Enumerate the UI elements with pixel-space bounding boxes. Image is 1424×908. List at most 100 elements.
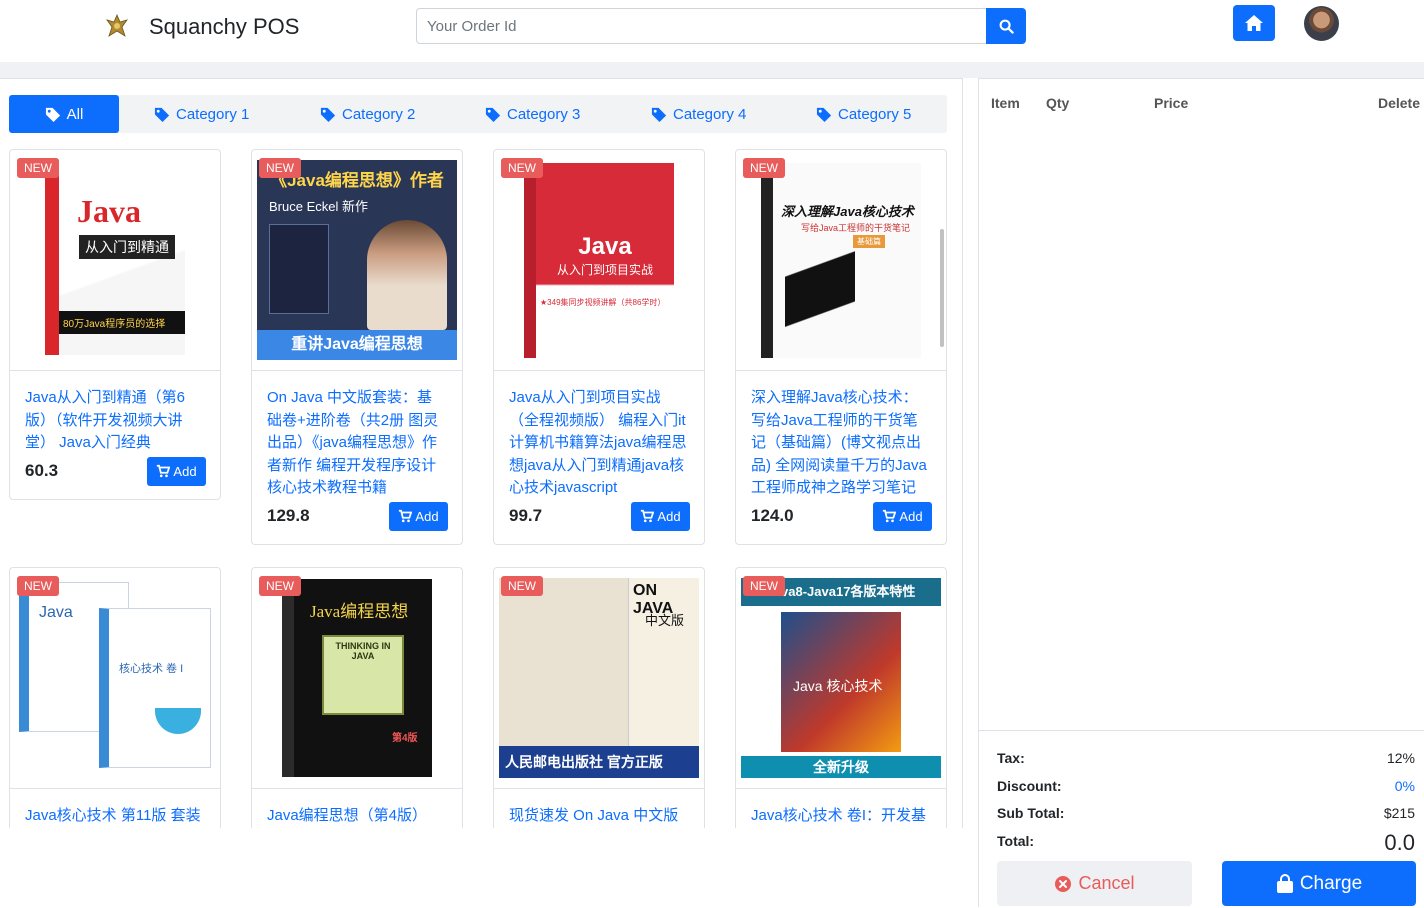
- product-card[interactable]: NEW 《Java编程思想》作者 Bruce Eckel 新作 重讲Java编程…: [251, 149, 463, 545]
- tab-label: All: [66, 105, 84, 123]
- tags-icon: [485, 107, 501, 122]
- product-card[interactable]: NEW Java8-Java17各版本特性 Java 核心技术 全新升级 Jav…: [735, 567, 947, 828]
- cover-subtitle: THINKING IN JAVA: [322, 635, 404, 715]
- tags-icon: [154, 107, 170, 122]
- tax-label: Tax:: [997, 750, 1025, 766]
- new-badge: NEW: [743, 158, 785, 178]
- tab-category-1[interactable]: Category 1: [154, 95, 249, 133]
- charge-button[interactable]: Charge: [1222, 861, 1416, 906]
- total-label: Total:: [997, 833, 1035, 849]
- tab-label: Category 5: [838, 105, 912, 123]
- product-image[interactable]: NEW Java8-Java17各版本特性 Java 核心技术 全新升级: [736, 568, 946, 789]
- cover-title: Java编程思想: [310, 602, 409, 621]
- cover-subtitle: 从入门到项目实战: [556, 262, 653, 277]
- tab-label: Category 2: [342, 105, 416, 123]
- top-navbar: Squanchy POS: [0, 0, 1424, 62]
- shopping-bag-icon: [1276, 873, 1293, 893]
- order-id-search-input[interactable]: [416, 8, 987, 44]
- home-button[interactable]: [1233, 5, 1275, 41]
- add-to-cart-button[interactable]: Add: [389, 501, 448, 531]
- add-label: Add: [657, 508, 681, 524]
- cart-icon: [399, 509, 413, 523]
- cancel-button[interactable]: Cancel: [997, 861, 1192, 906]
- search-button[interactable]: [986, 8, 1026, 44]
- cart-icon: [641, 509, 655, 523]
- cart-column-qty: Qty: [1046, 95, 1070, 111]
- product-card[interactable]: NEW Java 核心技术 卷 I Java核心技术 第11版 套装: [9, 567, 221, 828]
- discount-value[interactable]: 0%: [1395, 778, 1415, 794]
- tab-category-4[interactable]: Category 4: [651, 95, 746, 133]
- cover-tagline: 重讲Java编程思想: [257, 330, 457, 360]
- tags-icon: [816, 107, 832, 122]
- product-price: 129.8: [267, 505, 310, 525]
- cover-title: 深入理解Java核心技术: [781, 203, 914, 219]
- product-image[interactable]: NEW Java 核心技术 卷 I: [10, 568, 220, 789]
- book-cover: Java编程思想 THINKING IN JAVA 第4版: [282, 579, 432, 777]
- cover-tagline: 基础篇: [853, 234, 885, 248]
- product-card[interactable]: NEW 深入理解Java核心技术 写给Java工程师的干货笔记 基础篇 深入理解…: [735, 149, 947, 545]
- user-avatar[interactable]: [1304, 6, 1339, 41]
- cart-icon: [157, 464, 171, 478]
- product-title[interactable]: Java从入门到精通（第6版）（软件开发视频大讲堂） Java入门经典: [25, 387, 205, 455]
- tab-label: Category 3: [507, 105, 581, 123]
- product-image[interactable]: NEW 深入理解Java核心技术 写给Java工程师的干货笔记 基础篇: [736, 150, 946, 371]
- product-image[interactable]: NEW Java编程思想 THINKING IN JAVA 第4版: [252, 568, 462, 789]
- product-title[interactable]: Java编程思想（第4版）: [267, 805, 447, 828]
- product-image[interactable]: NEW 《Java编程思想》作者 Bruce Eckel 新作 重讲Java编程…: [252, 150, 462, 371]
- crest-logo-icon[interactable]: [106, 14, 128, 38]
- product-card[interactable]: NEW Java 从入门到精通 80万Java程序员的选择 Java从入门到精通…: [9, 149, 221, 500]
- product-title[interactable]: 现货速发 On Java 中文版: [509, 805, 689, 828]
- cart-icon: [883, 509, 897, 523]
- tab-category-3[interactable]: Category 3: [485, 95, 580, 133]
- new-badge: NEW: [743, 576, 785, 596]
- product-title[interactable]: On Java 中文版套装：基础卷+进阶卷（共2册 图灵出品）《java编程思想…: [267, 387, 447, 500]
- product-panel: All Category 1 Category 2 Category 3 Cat…: [0, 78, 963, 828]
- app-title: Squanchy POS: [149, 14, 300, 39]
- product-image[interactable]: NEW Java 从入门到精通 80万Java程序员的选择: [10, 150, 220, 371]
- tab-all[interactable]: All: [9, 95, 119, 133]
- product-card[interactable]: NEW Java 从入门到项目实战 ★349集同步视频讲解（共86学时） Jav…: [493, 149, 705, 545]
- cart-column-delete: Delete: [1377, 95, 1420, 111]
- product-card[interactable]: NEW Java编程思想 THINKING IN JAVA 第4版 Java编程…: [251, 567, 463, 828]
- book-cover: ON JAVA 中文版 人民邮电出版社 官方正版: [499, 578, 699, 778]
- home-icon: [1245, 15, 1263, 31]
- add-to-cart-button[interactable]: Add: [631, 501, 690, 531]
- subtotal-label: Sub Total:: [997, 805, 1065, 821]
- cart-column-item: Item: [991, 95, 1020, 111]
- product-image[interactable]: NEW ON JAVA 中文版 人民邮电出版社 官方正版: [494, 568, 704, 789]
- tab-category-5[interactable]: Category 5: [816, 95, 911, 133]
- add-to-cart-button[interactable]: Add: [873, 501, 932, 531]
- new-badge: NEW: [501, 576, 543, 596]
- product-image[interactable]: NEW Java 从入门到项目实战 ★349集同步视频讲解（共86学时）: [494, 150, 704, 371]
- discount-label: Discount:: [997, 778, 1062, 794]
- tags-icon: [651, 107, 667, 122]
- subtotal-value: $215: [1383, 805, 1415, 821]
- new-badge: NEW: [17, 158, 59, 178]
- new-badge: NEW: [501, 158, 543, 178]
- product-price: 60.3: [25, 460, 59, 480]
- product-list-scrollbar[interactable]: [940, 229, 944, 347]
- product-title[interactable]: 深入理解Java核心技术：写给Java工程师的干货笔记（基础篇）(博文视点出品)…: [751, 387, 931, 500]
- tags-icon: [320, 107, 336, 122]
- search-icon: [999, 19, 1014, 34]
- cover-tagline: ★349集同步视频讲解（共86学时）: [540, 297, 666, 307]
- product-title[interactable]: Java从入门到项目实战（全程视频版） 编程入门it计算机书籍算法java编程思…: [509, 387, 689, 500]
- cover-subtitle: 从入门到精通: [79, 235, 175, 259]
- tab-category-2[interactable]: Category 2: [320, 95, 415, 133]
- add-label: Add: [899, 508, 923, 524]
- product-card[interactable]: NEW ON JAVA 中文版 人民邮电出版社 官方正版 现货速发 On Jav…: [493, 567, 705, 828]
- cover-title: Java: [39, 604, 73, 621]
- new-badge: NEW: [259, 576, 301, 596]
- tab-label: Category 4: [673, 105, 747, 123]
- author-photo: [367, 220, 447, 330]
- product-title[interactable]: Java核心技术 第11版 套装: [25, 805, 205, 828]
- cover-title: Java: [77, 193, 141, 229]
- cover-tagline: 人民邮电出版社 官方正版: [499, 746, 699, 778]
- product-title[interactable]: Java核心技术 卷I：开发基: [751, 805, 931, 828]
- cover-tagline: 全新升级: [741, 756, 941, 778]
- cover-subtitle: 核心技术 卷 I: [119, 663, 184, 675]
- cover-tagline: 第4版: [392, 733, 418, 744]
- cover-subtitle: Java 核心技术: [793, 678, 883, 694]
- add-to-cart-button[interactable]: Add: [147, 456, 206, 486]
- order-summary: Tax: 12% Discount: 0% Sub Total: $215 To…: [979, 730, 1424, 908]
